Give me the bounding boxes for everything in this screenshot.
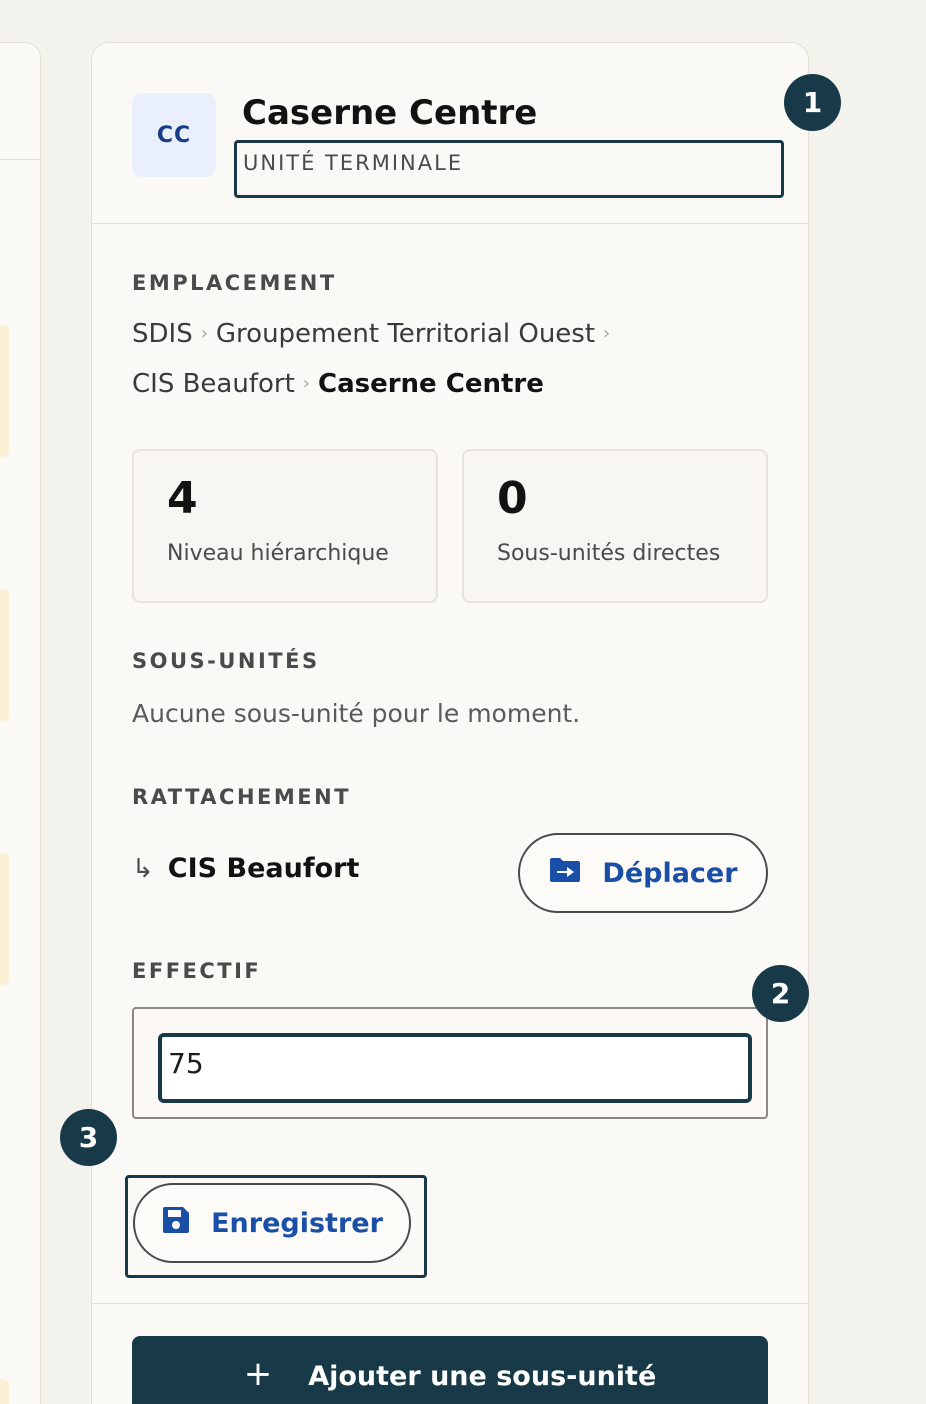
save-disk-icon <box>161 1205 211 1242</box>
header-divider <box>92 223 808 224</box>
parent-unit-name: CIS Beaufort <box>167 853 360 884</box>
marker-badge-2: 2 <box>752 965 809 1022</box>
marker-badge-1: 1 <box>784 74 841 131</box>
folder-move-icon <box>548 856 602 891</box>
app-stage: CC Caserne Centre UNITÉ TERMINALE EMPLAC… <box>0 0 926 1404</box>
add-subunit-button[interactable]: + Ajouter une sous-unité <box>132 1336 768 1404</box>
chevron-right-icon: › <box>200 323 208 344</box>
breadcrumb-item-current: Caserne Centre <box>317 369 544 399</box>
staff-input[interactable]: 75 <box>158 1033 752 1103</box>
breadcrumb-line-2: CIS Beaufort › Caserne Centre <box>132 369 544 399</box>
save-button[interactable]: Enregistrer <box>133 1183 411 1263</box>
staff-field-container: 75 <box>132 1007 768 1119</box>
list-header-divider <box>0 159 40 160</box>
footer-divider <box>92 1303 808 1304</box>
unit-title: Caserne Centre <box>242 93 538 133</box>
breadcrumb-item-groupement[interactable]: Groupement Territorial Ouest <box>216 319 595 349</box>
breadcrumb-item-cis[interactable]: CIS Beaufort <box>132 369 295 399</box>
subunits-empty-text: Aucune sous-unité pour le moment. <box>132 699 581 728</box>
move-button[interactable]: Déplacer <box>518 833 768 913</box>
stat-label: Niveau hiérarchique <box>167 541 389 566</box>
staff-section-label: EFFECTIF <box>132 959 262 983</box>
breadcrumb: SDIS › Groupement Territorial Ouest › <box>132 319 618 349</box>
unit-initials: CC <box>156 122 192 148</box>
chevron-right-icon: › <box>302 373 310 394</box>
list-item-highlight[interactable] <box>0 589 9 721</box>
parent-unit-row: ↳ CIS Beaufort <box>132 853 359 884</box>
chevron-right-icon: › <box>603 323 611 344</box>
plus-icon: + <box>243 1354 273 1394</box>
marker-badge-3: 3 <box>60 1109 117 1166</box>
add-subunit-label: Ajouter une sous-unité <box>308 1360 657 1392</box>
stat-card-subunits: 0 Sous-unités directes <box>462 449 768 603</box>
unit-avatar: CC <box>132 93 216 177</box>
subunits-section-label: SOUS-UNITÉS <box>132 649 320 673</box>
stat-value: 0 <box>497 473 528 524</box>
location-section-label: EMPLACEMENT <box>132 271 337 295</box>
stat-label: Sous-unités directes <box>497 541 721 566</box>
subdirectory-arrow-icon: ↳ <box>132 853 154 884</box>
list-item-highlight[interactable] <box>0 325 9 457</box>
move-button-label: Déplacer <box>602 857 738 889</box>
unit-list-panel <box>0 42 41 1404</box>
list-item-highlight[interactable] <box>0 853 9 985</box>
breadcrumb-item-sdis[interactable]: SDIS <box>132 319 193 349</box>
unit-detail-panel: CC Caserne Centre UNITÉ TERMINALE EMPLAC… <box>91 42 809 1404</box>
stat-value: 4 <box>167 473 198 524</box>
save-button-label: Enregistrer <box>211 1207 383 1239</box>
stat-card-level: 4 Niveau hiérarchique <box>132 449 438 603</box>
attachment-section-label: RATTACHEMENT <box>132 785 352 809</box>
unit-type-field[interactable]: UNITÉ TERMINALE <box>234 140 784 198</box>
list-item-highlight[interactable] <box>0 1379 9 1404</box>
